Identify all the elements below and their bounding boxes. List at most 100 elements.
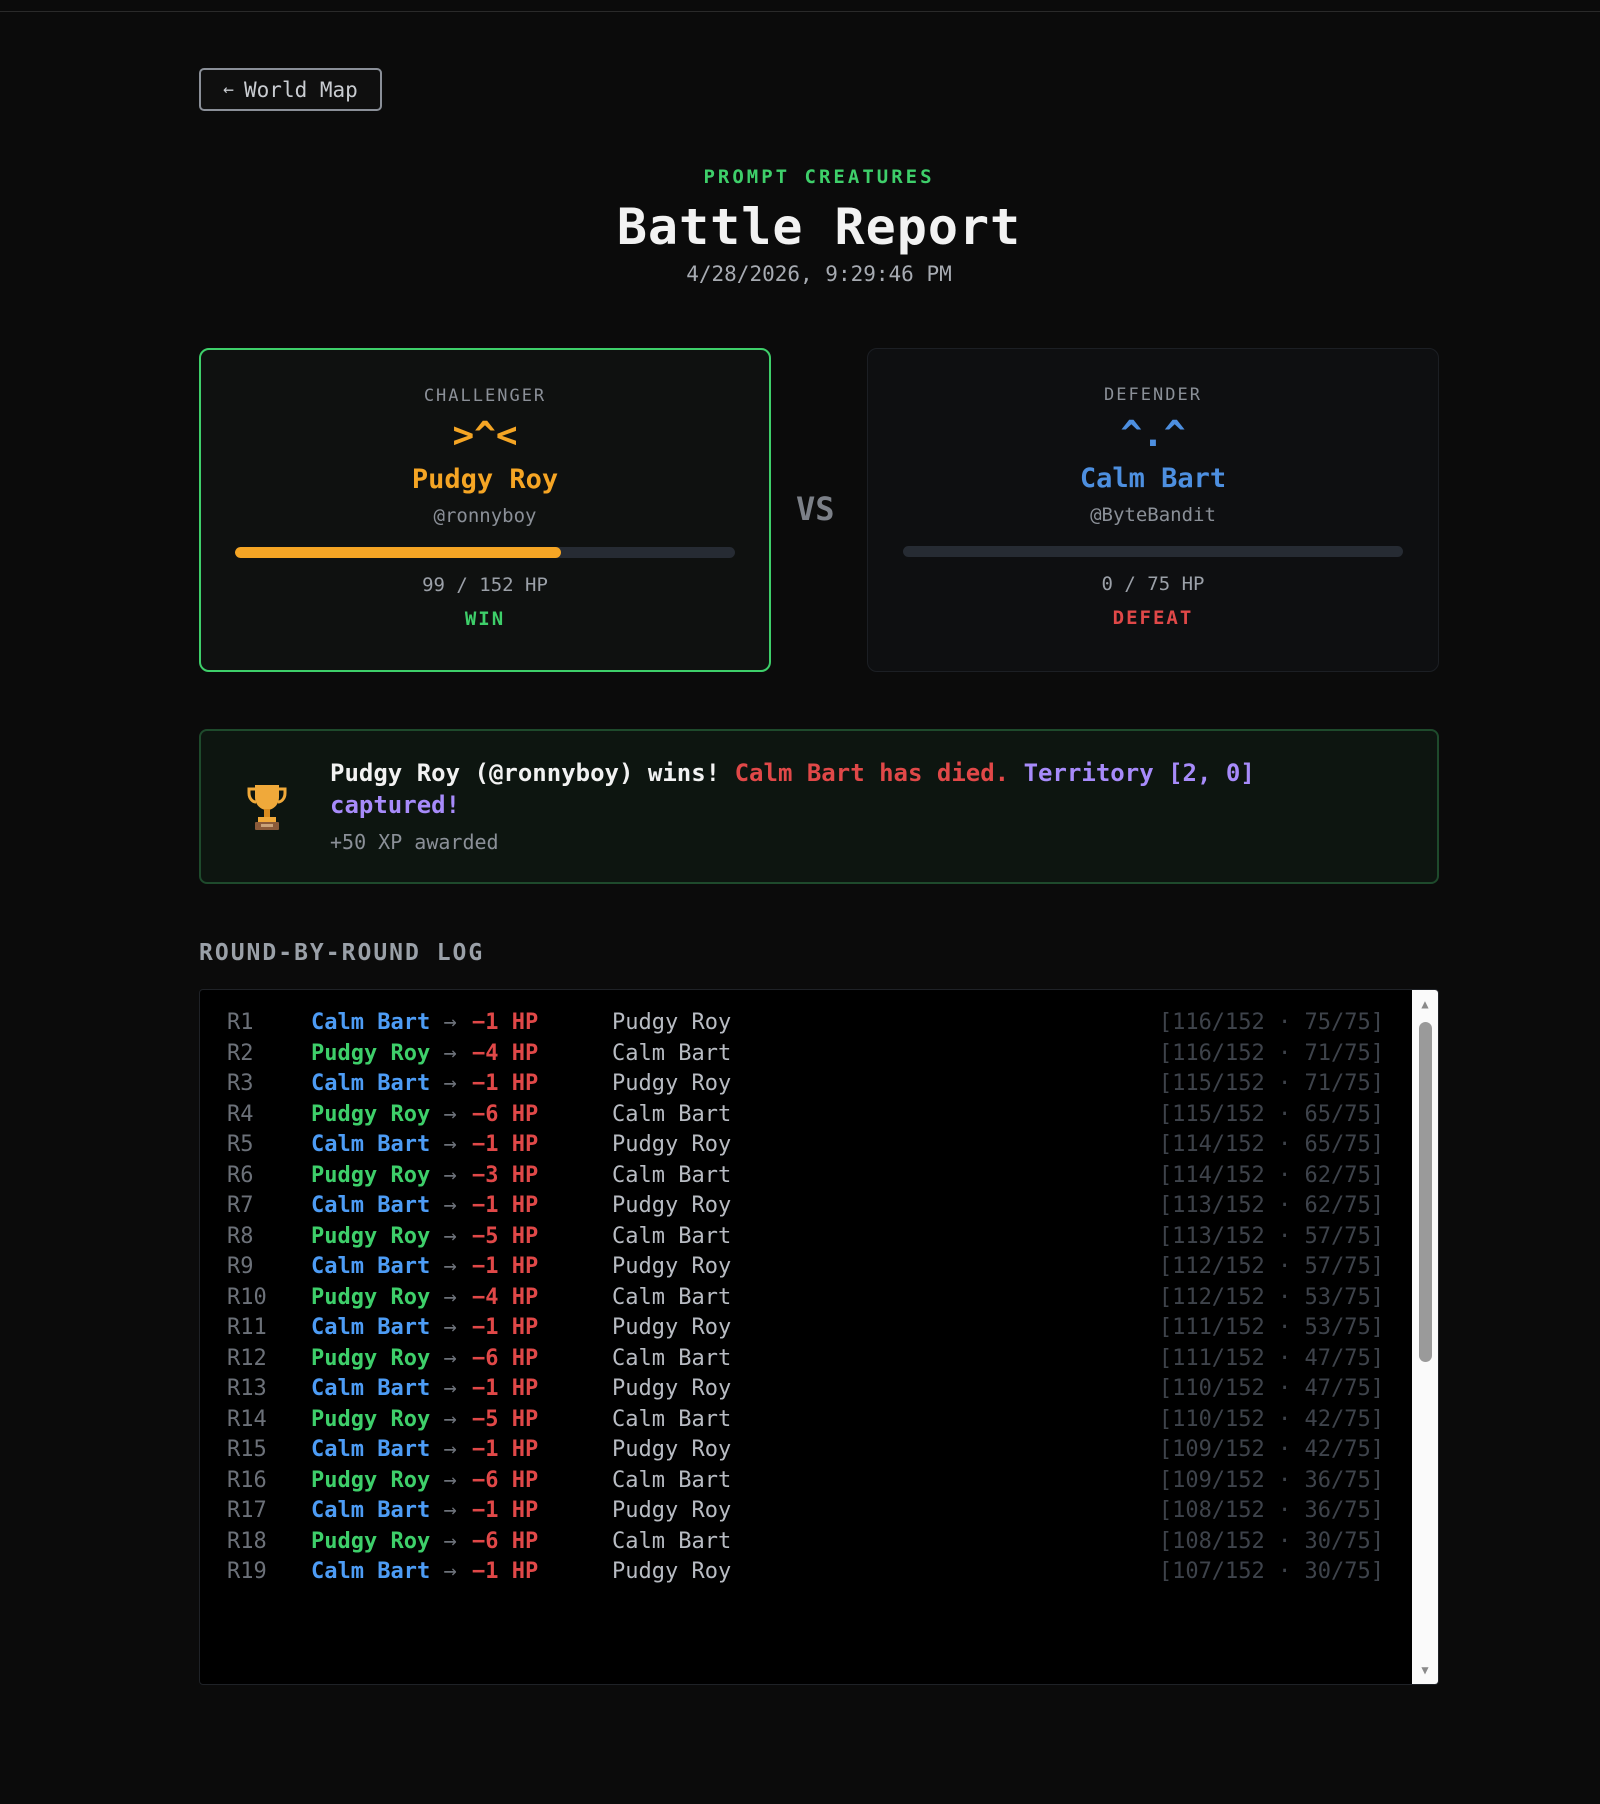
log-round-number: R16 xyxy=(227,1467,267,1493)
world-map-back-button[interactable]: ← World Map xyxy=(199,68,382,111)
defender-role: DEFENDER xyxy=(1104,385,1202,405)
log-target: Calm Bart xyxy=(612,1467,732,1493)
scroll-thumb[interactable] xyxy=(1419,1022,1432,1362)
report-header: PROMPT CREATURES Battle Report 4/28/2026… xyxy=(199,166,1439,286)
log-row: R3 Calm Bart → −1 HP Pudgy Roy [115/152 · 71… xyxy=(200,1069,1412,1099)
log-row: R17 Calm Bart → −1 HP Pudgy Roy [108/152 · 3… xyxy=(200,1496,1412,1526)
log-target: Pudgy Roy xyxy=(612,1559,732,1584)
vs-label: VS xyxy=(796,490,835,528)
log-round-number: R2 xyxy=(227,1040,254,1066)
arrow-right-icon: → xyxy=(443,1040,457,1066)
log-hp-state: [109/152 · 36/75] xyxy=(1158,1467,1384,1493)
log-attacker: Calm Bart → xyxy=(311,1496,457,1526)
defender-hp-bar xyxy=(903,546,1403,557)
log-attacker: Calm Bart → xyxy=(311,1313,457,1343)
log-round-number: R8 xyxy=(227,1223,254,1249)
log-target: Calm Bart xyxy=(612,1345,732,1371)
log-hp-state: [113/152 · 62/75] xyxy=(1158,1193,1384,1218)
defender-card: DEFENDER ^.^ Calm Bart @ByteBandit 0 / 7… xyxy=(867,348,1439,672)
challenger-outcome-badge: WIN xyxy=(464,608,506,630)
app-eyebrow: PROMPT CREATURES xyxy=(703,166,935,188)
log-target: Pudgy Roy xyxy=(612,1376,732,1401)
arrow-right-icon: → xyxy=(443,1528,457,1554)
log-hp-state: [115/152 · 65/75] xyxy=(1158,1101,1384,1127)
defender-face-icon: ^.^ xyxy=(1120,414,1186,455)
log-row: R14 Pudgy Roy → −5 HP Calm Bart [110/152 · 4… xyxy=(200,1405,1412,1435)
log-damage: −1 HP xyxy=(472,1376,539,1401)
log-hp-state: [109/152 · 42/75] xyxy=(1158,1437,1384,1462)
log-target: Calm Bart xyxy=(612,1528,732,1554)
log-target: Pudgy Roy xyxy=(612,1010,732,1035)
log-attacker-name: Calm Bart xyxy=(311,1010,431,1035)
log-row: R13 Calm Bart → −1 HP Pudgy Roy [110/152 · 4… xyxy=(200,1374,1412,1404)
log-round-number: R1 xyxy=(227,1010,254,1035)
log-hp-state: [112/152 · 57/75] xyxy=(1158,1254,1384,1279)
result-message: Pudgy Roy (@ronnyboy) wins! Calm Bart ha… xyxy=(330,757,1390,821)
log-attacker-name: Pudgy Roy xyxy=(311,1406,431,1432)
log-hp-state: [111/152 · 53/75] xyxy=(1158,1315,1384,1340)
died-text: Calm Bart has died. xyxy=(734,759,1010,787)
round-log-panel[interactable]: R1 Calm Bart → −1 HP Pudgy Roy [116/152 · 75… xyxy=(199,989,1439,1685)
log-hp-state: [113/152 · 57/75] xyxy=(1158,1223,1384,1249)
log-row: R9 Calm Bart → −1 HP Pudgy Roy [112/152 · 57… xyxy=(200,1252,1412,1282)
log-attacker-name: Pudgy Roy xyxy=(311,1040,431,1066)
log-target: Calm Bart xyxy=(612,1284,732,1310)
log-attacker-name: Calm Bart xyxy=(311,1559,431,1584)
arrow-right-icon: → xyxy=(443,1315,457,1340)
scroll-down-icon[interactable]: ▼ xyxy=(1412,1658,1438,1682)
challenger-hp-bar xyxy=(235,547,735,558)
back-button-label: World Map xyxy=(244,77,358,102)
log-hp-state: [116/152 · 75/75] xyxy=(1158,1010,1384,1035)
log-hp-state: [108/152 · 30/75] xyxy=(1158,1528,1384,1554)
log-target: Pudgy Roy xyxy=(612,1071,732,1096)
log-damage: −6 HP xyxy=(472,1528,539,1554)
log-attacker: Pudgy Roy → xyxy=(311,1405,457,1435)
log-attacker: Calm Bart → xyxy=(311,1374,457,1404)
log-damage: −4 HP xyxy=(472,1284,539,1310)
arrow-right-icon: → xyxy=(443,1010,457,1035)
log-row: R6 Pudgy Roy → −3 HP Calm Bart [114/152 · 62… xyxy=(200,1161,1412,1191)
xp-awarded-text: +50 XP awarded xyxy=(330,830,499,854)
arrow-right-icon: → xyxy=(443,1345,457,1371)
log-round-number: R4 xyxy=(227,1101,254,1127)
log-damage: −1 HP xyxy=(472,1437,539,1462)
log-attacker-name: Calm Bart xyxy=(311,1254,431,1279)
log-damage: −1 HP xyxy=(472,1254,539,1279)
log-round-number: R9 xyxy=(227,1254,254,1279)
log-attacker: Calm Bart → xyxy=(311,1557,457,1587)
log-round-number: R17 xyxy=(227,1498,267,1523)
log-target: Pudgy Roy xyxy=(612,1437,732,1462)
log-scrollbar[interactable]: ▲ ▼ xyxy=(1412,990,1438,1684)
log-round-number: R11 xyxy=(227,1315,267,1340)
log-damage: −1 HP xyxy=(472,1498,539,1523)
log-attacker: Pudgy Roy → xyxy=(311,1283,457,1313)
log-target: Calm Bart xyxy=(612,1223,732,1249)
arrow-right-icon: → xyxy=(443,1284,457,1310)
arrow-right-icon: → xyxy=(443,1223,457,1249)
log-row: R10 Pudgy Roy → −4 HP Calm Bart [112/152 · 5… xyxy=(200,1283,1412,1313)
log-row: R16 Pudgy Roy → −6 HP Calm Bart [109/152 · 3… xyxy=(200,1466,1412,1496)
defender-outcome-badge: DEFEAT xyxy=(1112,607,1194,629)
top-divider xyxy=(0,11,1600,12)
log-round-number: R13 xyxy=(227,1376,267,1401)
log-attacker: Calm Bart → xyxy=(311,1435,457,1465)
log-hp-state: [116/152 · 71/75] xyxy=(1158,1040,1384,1066)
defender-hp-text: 0 / 75 HP xyxy=(1101,573,1205,595)
log-attacker-name: Pudgy Roy xyxy=(311,1528,431,1554)
log-damage: −1 HP xyxy=(472,1071,539,1096)
log-row: R11 Calm Bart → −1 HP Pudgy Roy [111/152 · 5… xyxy=(200,1313,1412,1343)
log-damage: −1 HP xyxy=(472,1010,539,1035)
log-attacker: Pudgy Roy → xyxy=(311,1100,457,1130)
log-row: R4 Pudgy Roy → −6 HP Calm Bart [115/152 · 65… xyxy=(200,1100,1412,1130)
log-round-number: R15 xyxy=(227,1437,267,1462)
log-attacker-name: Calm Bart xyxy=(311,1132,431,1157)
trophy-icon xyxy=(247,785,287,830)
page-title: Battle Report xyxy=(616,198,1022,256)
log-attacker: Calm Bart → xyxy=(311,1191,457,1221)
arrow-left-icon: ← xyxy=(223,79,235,100)
scroll-up-icon[interactable]: ▲ xyxy=(1412,992,1438,1016)
log-damage: −6 HP xyxy=(472,1101,539,1127)
log-attacker: Calm Bart → xyxy=(311,1008,457,1038)
log-round-number: R5 xyxy=(227,1132,254,1157)
log-row: R2 Pudgy Roy → −4 HP Calm Bart [116/152 · 71… xyxy=(200,1039,1412,1069)
